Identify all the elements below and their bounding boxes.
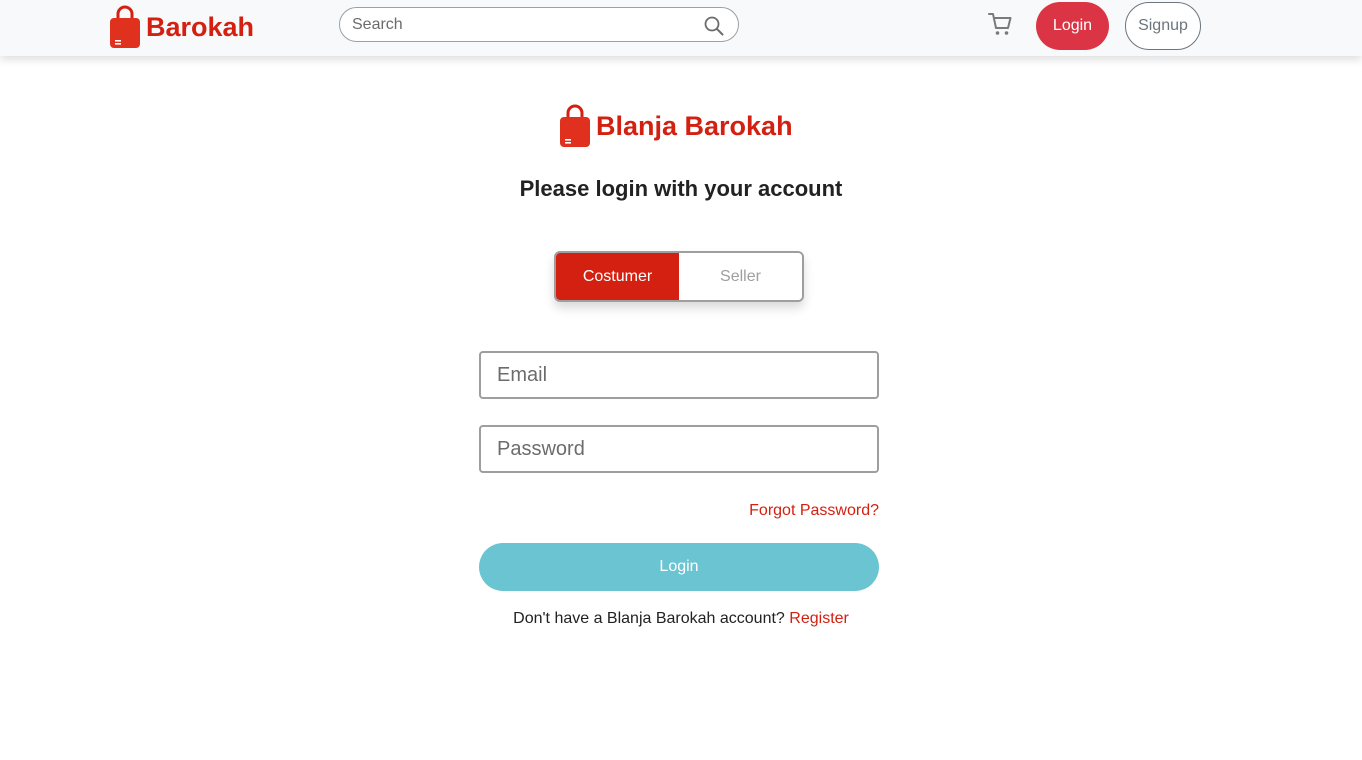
forgot-password-link[interactable]: Forgot Password? [679, 502, 879, 520]
register-link[interactable]: Register [789, 610, 849, 627]
login-submit-button[interactable]: Login [479, 543, 879, 591]
nav-login-button[interactable]: Login [1036, 2, 1109, 50]
navbar: Barokah Login Signup [0, 0, 1362, 56]
brand-name: Barokah [146, 11, 255, 42]
brand-logo[interactable]: Barokah [108, 4, 254, 50]
email-field[interactable] [479, 351, 879, 399]
role-seller-button[interactable]: Seller [679, 253, 802, 300]
cart-icon[interactable] [987, 11, 1013, 37]
role-costumer-button[interactable]: Costumer [556, 253, 679, 300]
search-icon[interactable] [704, 16, 724, 36]
role-toggle: Costumer Seller [554, 251, 804, 302]
shopping-bag-icon [560, 104, 590, 147]
register-prompt: Don't have a Blanja Barokah account? Reg… [0, 610, 1362, 628]
login-logo: Blanja Barokah [558, 104, 793, 148]
register-prompt-text: Don't have a Blanja Barokah account? [513, 610, 785, 627]
search-input[interactable] [352, 15, 692, 34]
password-field[interactable] [479, 425, 879, 473]
login-logo-text: Blanja Barokah [596, 110, 793, 141]
nav-signup-button[interactable]: Signup [1125, 2, 1201, 50]
search-bar [339, 7, 739, 42]
page-title: Please login with your account [519, 176, 843, 201]
shopping-bag-icon [110, 5, 140, 48]
